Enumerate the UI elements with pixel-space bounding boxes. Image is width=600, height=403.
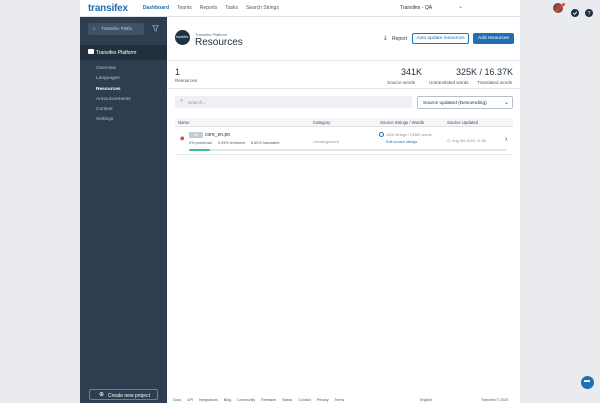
edit-source-strings-link[interactable]: Edit source strings: [386, 140, 417, 144]
main-nav: Dashboard Teams Reports Tasks Search Str…: [143, 5, 279, 11]
footer-link-blog[interactable]: Blog: [224, 398, 231, 402]
nav-dashboard[interactable]: Dashboard: [143, 5, 169, 11]
folder-icon: [88, 49, 94, 54]
search-icon: ⌕: [180, 98, 184, 104]
main-content: transifex Transifex Platform Resources ⤓…: [167, 17, 520, 403]
source-strings-count: 3406 strings / 24360 words: [386, 133, 432, 137]
sidebar-project-title[interactable]: Transifex Platform: [80, 45, 167, 60]
organization-selector[interactable]: Transifex - QA: [400, 5, 432, 11]
resource-category: Uncategorized: [313, 139, 339, 144]
footer-link-releases[interactable]: Releases: [261, 398, 276, 402]
svg-text:?: ?: [587, 11, 590, 17]
notification-dot: [562, 3, 565, 6]
stat-source-words-caption: Source words: [387, 79, 415, 85]
footer-link-api[interactable]: API: [187, 398, 193, 402]
sidebar-item-settings[interactable]: Settings: [96, 115, 131, 125]
add-resources-button[interactable]: Add resources: [473, 33, 514, 44]
file-icon: ⬢: [180, 136, 185, 142]
nav-tasks[interactable]: Tasks: [225, 5, 238, 11]
stat-source-words-value: 341K: [400, 67, 422, 77]
nav-search-strings[interactable]: Search Strings: [246, 5, 279, 11]
resource-name[interactable]: core_en.po: [205, 132, 230, 138]
stat-source-words: 341K: [392, 67, 422, 77]
stat-untranslated-label: Untranslated words: [429, 80, 469, 85]
sidebar-item-context[interactable]: Context: [96, 105, 131, 115]
info-icon: [379, 132, 384, 137]
footer-link-integrations[interactable]: Integrations: [199, 398, 218, 402]
badge-text: transifex: [176, 35, 189, 39]
sidebar-item-languages[interactable]: Languages: [96, 74, 131, 84]
stat-resources: 1 Resources: [175, 67, 197, 83]
stat-resources-label: Resources: [175, 78, 197, 83]
footer: Docs API Integrations Blog Community Rel…: [167, 398, 520, 403]
stat-source-words-label: Source words: [387, 80, 416, 85]
divider: [167, 60, 520, 61]
auto-update-button[interactable]: Auto update resources: [412, 33, 469, 44]
divider: [167, 88, 520, 89]
stat-untranslated-caption: Untranslated words: [429, 79, 469, 85]
sidebar: ⌕ Transifex Platfo Transifex Platform Ov…: [80, 17, 167, 403]
help-icon[interactable]: ?: [585, 4, 593, 17]
page-title: Resources: [195, 37, 243, 48]
create-project-button[interactable]: ⊕ Create new project: [89, 389, 158, 400]
stat-untranslated-value: 325K / 16.37K: [455, 67, 513, 77]
filter-icon[interactable]: [151, 25, 160, 34]
stat-translated-label: Translated words: [477, 80, 513, 85]
download-icon[interactable]: ⤓: [384, 35, 387, 42]
sidebar-item-resources[interactable]: Resources: [96, 85, 131, 95]
source-updated-date: Aug 3rd 2020, 11:06: [452, 139, 487, 143]
stat-resources-value: 1: [175, 67, 181, 77]
footer-link-terms[interactable]: Terms: [335, 398, 345, 402]
chevron-right-icon[interactable]: ›: [505, 136, 507, 143]
translated-stat: 6.62% translated: [250, 141, 280, 145]
report-link[interactable]: Report: [392, 36, 407, 42]
clock-icon: ◷: [447, 138, 451, 143]
sidebar-menu: Overview Languages Resources Announcemen…: [96, 64, 131, 126]
progress-fill: [189, 149, 211, 151]
table-header: Name Category Source Strings / Words Sou…: [175, 118, 513, 127]
copyright: Transifex © 2020: [481, 398, 509, 402]
project-badge: transifex: [175, 30, 190, 45]
language-switcher[interactable]: English: [420, 398, 432, 402]
search-input[interactable]: ⌕ Search...: [175, 96, 412, 108]
footer-links: Docs API Integrations Blog Community Rel…: [173, 398, 344, 402]
search-placeholder: Search...: [188, 99, 207, 105]
col-source-updated[interactable]: Source Updated: [447, 120, 478, 125]
footer-link-status[interactable]: Status: [282, 398, 292, 402]
sort-dropdown[interactable]: Source updated (Descending) ⌄: [417, 96, 513, 109]
translation-progress-bar: [189, 149, 507, 151]
check-circle-icon[interactable]: [571, 4, 579, 17]
col-name[interactable]: Name: [178, 120, 189, 125]
resource-stats: 0% proofread 0.03% reviewed 6.62% transl…: [189, 141, 279, 145]
stat-untranslated: 325K / 16.37K: [449, 67, 513, 77]
table-row[interactable]: ⬢ EN core_en.po 0% proofread 0.03% revie…: [175, 128, 513, 155]
nav-teams[interactable]: Teams: [177, 5, 192, 11]
proofread-stat: 0% proofread: [189, 141, 212, 145]
sort-value: Source updated (Descending): [423, 100, 487, 106]
chat-button[interactable]: ▬: [581, 376, 594, 389]
sidebar-item-overview[interactable]: Overview: [96, 64, 131, 74]
chat-icon: ▬: [584, 378, 590, 384]
top-navbar: transifex Dashboard Teams Reports Tasks …: [80, 0, 593, 17]
sidebar-item-announcements[interactable]: Announcements: [96, 95, 131, 105]
footer-link-privacy[interactable]: Privacy: [317, 398, 329, 402]
footer-link-docs[interactable]: Docs: [173, 398, 181, 402]
nav-reports[interactable]: Reports: [200, 5, 218, 11]
project-select-value: Transifex Platfo: [101, 26, 133, 31]
footer-link-community[interactable]: Community: [237, 398, 255, 402]
chevron-down-icon[interactable]: ⌄: [458, 3, 463, 10]
col-category[interactable]: Category: [313, 120, 330, 125]
chevron-down-icon: ⌄: [504, 100, 510, 106]
search-icon: ⌕: [93, 26, 96, 32]
transifex-logo[interactable]: transifex: [88, 3, 128, 14]
reviewed-stat: 0.03% reviewed: [217, 141, 245, 145]
plus-circle-icon: ⊕: [99, 392, 105, 398]
create-project-label: Create new project: [108, 392, 150, 399]
col-source-strings[interactable]: Source Strings / Words: [380, 120, 424, 125]
project-search-select[interactable]: ⌕ Transifex Platfo: [88, 23, 144, 35]
footer-link-contact[interactable]: Contact: [298, 398, 310, 402]
project-name: Transifex Platform: [96, 50, 137, 56]
language-badge: EN: [189, 132, 203, 138]
stat-translated-caption: Translated words: [477, 79, 512, 85]
